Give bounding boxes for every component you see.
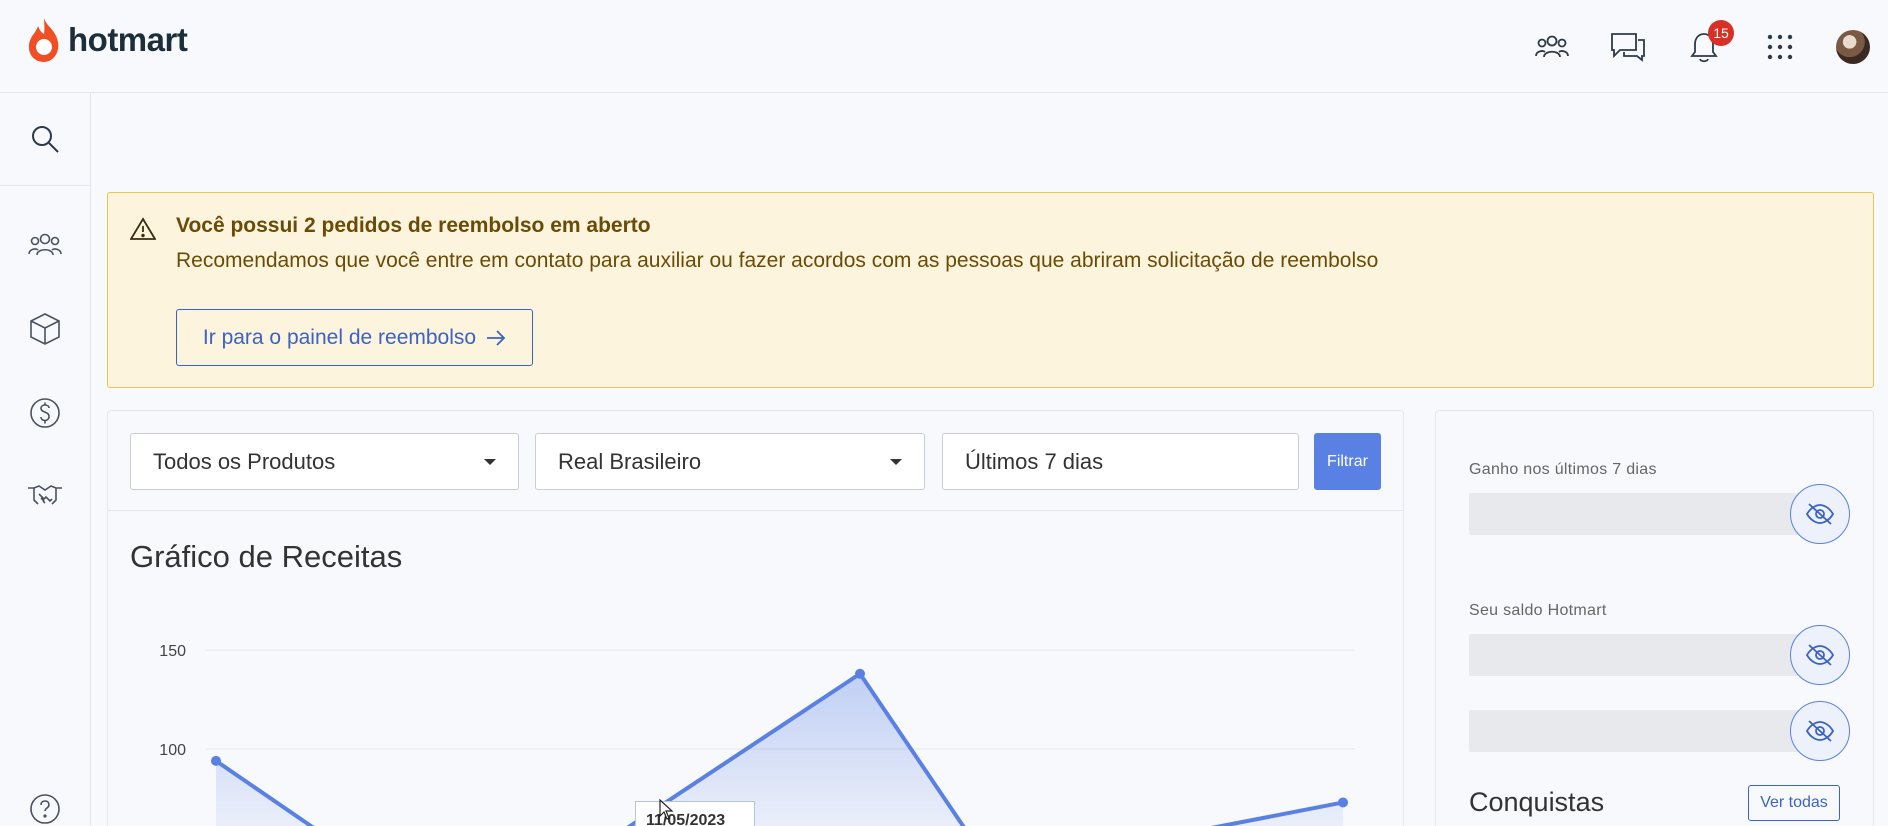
currency-select[interactable]: Real Brasileiro (535, 433, 925, 490)
notifications-button[interactable]: 15 (1666, 0, 1742, 93)
data-point (1338, 797, 1348, 808)
filters-bar: Todos os Produtos Real Brasileiro Último… (108, 411, 1403, 511)
dollar-icon (30, 398, 60, 428)
earned-label: Ganho nos últimos 7 dias (1469, 461, 1657, 478)
product-select-value: Todos os Produtos (153, 448, 336, 474)
sidebar-search[interactable] (0, 93, 90, 186)
filter-button[interactable]: Filtrar (1314, 433, 1381, 490)
avatar (1836, 29, 1870, 64)
refund-alert: Você possui 2 pedidos de reembolso em ab… (107, 192, 1874, 388)
sidebar-item-products[interactable] (0, 299, 90, 359)
header-actions: 15 (1514, 0, 1888, 93)
search-icon (32, 126, 59, 153)
apps-grid-icon (1767, 34, 1793, 59)
revenue-chart: 100 150 (159, 643, 1355, 826)
alert-text: Recomendamos que você entre em contato p… (176, 249, 1379, 272)
currency-select-value: Real Brasileiro (558, 448, 702, 474)
chart-tooltip: 11/05/2023 (635, 801, 755, 826)
y-tick-label: 150 (159, 643, 186, 660)
chart-title: Gráfico de Receitas (130, 539, 403, 574)
secondary-balance-hidden (1469, 710, 1799, 752)
y-tick-label: 100 (159, 742, 186, 759)
balance-value-hidden (1469, 634, 1799, 676)
revenue-card: Todos os Produtos Real Brasileiro Último… (107, 410, 1404, 826)
logo-text: hotmart (68, 21, 188, 58)
period-input-value: Últimos 7 dias (965, 448, 1104, 474)
balance-card: Ganho nos últimos 7 dias Seu saldo Hotma… (1435, 410, 1874, 826)
balance-label: Seu saldo Hotmart (1469, 602, 1607, 619)
apps-button[interactable] (1742, 0, 1818, 93)
series-area (216, 673, 1343, 826)
refund-panel-button-label: Ir para o painel de reembolso (202, 325, 477, 349)
handshake-icon (28, 485, 62, 505)
eye-off-icon (1805, 720, 1835, 742)
sidebar-item-audience[interactable] (0, 215, 90, 275)
toggle-balance-visibility[interactable] (1790, 625, 1850, 685)
help-icon (30, 794, 60, 824)
sidebar-item-sales[interactable] (0, 383, 90, 443)
see-all-achievements-button[interactable]: Ver todas (1748, 785, 1840, 821)
data-point (211, 755, 221, 766)
earned-value-hidden (1469, 493, 1799, 535)
profile-button[interactable] (1818, 0, 1888, 93)
eye-off-icon (1805, 503, 1835, 525)
eye-off-icon (1805, 644, 1835, 666)
sidebar-item-help[interactable] (0, 779, 90, 826)
product-select[interactable]: Todos os Produtos (130, 433, 519, 490)
arrow-right-icon (487, 329, 506, 346)
chevron-down-icon (484, 459, 496, 465)
data-point (855, 668, 865, 679)
period-input[interactable]: Últimos 7 dias (942, 433, 1299, 490)
sidebar-item-affiliates[interactable] (0, 465, 90, 525)
community-button[interactable] (1514, 0, 1590, 93)
toggle-secondary-visibility[interactable] (1790, 701, 1850, 761)
people-icon (28, 233, 62, 256)
mouse-cursor-icon (659, 799, 674, 820)
chevron-down-icon (890, 459, 902, 465)
toggle-earned-visibility[interactable] (1790, 484, 1850, 544)
alert-title: Você possui 2 pedidos de reembolso em ab… (176, 214, 651, 237)
achievements-title: Conquistas (1469, 787, 1605, 817)
notification-badge: 15 (1708, 20, 1734, 46)
sidebar (0, 93, 91, 826)
people-icon (1535, 35, 1569, 57)
hotmart-logo[interactable]: hotmart (26, 16, 188, 64)
refund-panel-button[interactable]: Ir para o painel de reembolso (176, 309, 533, 366)
messages-button[interactable] (1590, 0, 1666, 93)
box-icon (30, 313, 60, 345)
warning-icon (130, 217, 156, 240)
top-bar: hotmart 15 (0, 0, 1888, 93)
chat-icon (1611, 32, 1645, 62)
flame-icon (28, 18, 59, 62)
